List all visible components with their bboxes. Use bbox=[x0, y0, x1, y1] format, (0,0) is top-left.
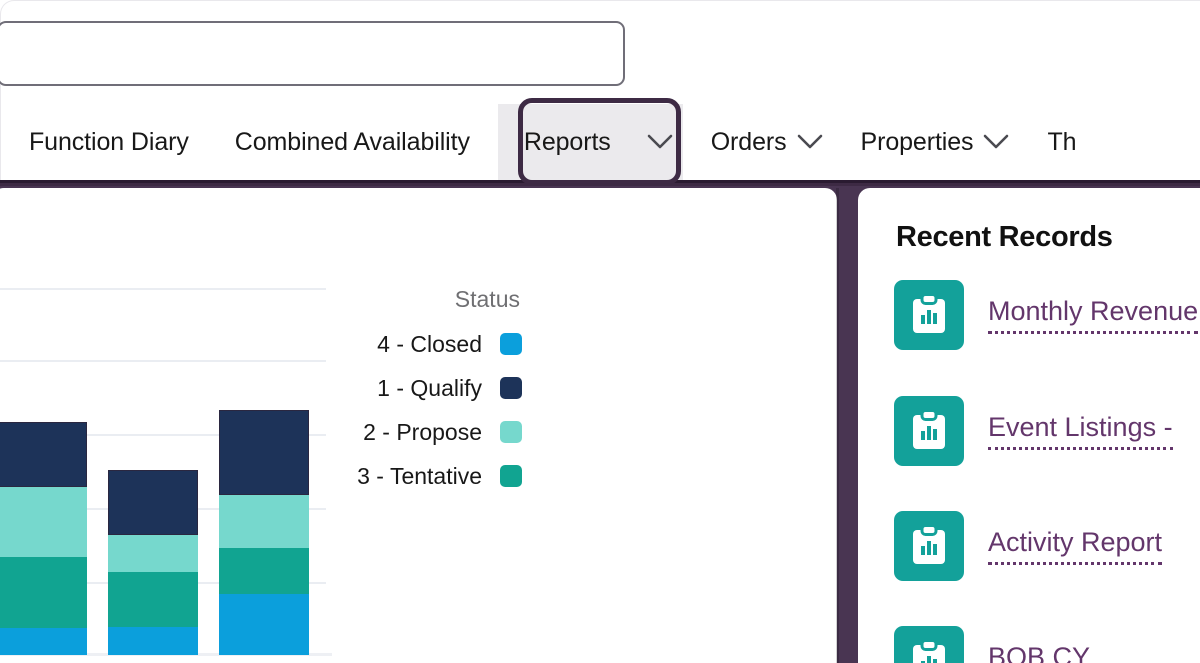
legend-item-propose[interactable]: 2 - Propose bbox=[322, 417, 522, 447]
bar-segment-qualify[interactable] bbox=[108, 470, 198, 535]
recent-records-title: Recent Records bbox=[896, 221, 1113, 253]
bar-segment-qualify[interactable] bbox=[219, 410, 309, 495]
record-link[interactable]: Activity Report bbox=[988, 527, 1163, 565]
report-clipboard-icon bbox=[894, 511, 964, 581]
legend-label: 1 - Qualify bbox=[377, 374, 482, 401]
nav-item-orders[interactable]: Orders bbox=[711, 104, 833, 180]
bar-segment-closed[interactable] bbox=[219, 594, 309, 655]
nav-label-truncated: Th bbox=[1047, 127, 1077, 156]
chart-legend: Status 4 - Closed 1 - Qualify 2 - Propos… bbox=[322, 286, 522, 505]
legend-swatch-icon bbox=[500, 421, 522, 443]
record-link[interactable]: Event Listings - bbox=[988, 412, 1173, 450]
bar-segment-tentative[interactable] bbox=[108, 572, 198, 627]
report-clipboard-icon bbox=[894, 396, 964, 466]
app-root: Function Diary Combined Availability Rep… bbox=[0, 0, 1200, 663]
nav-label-orders: Orders bbox=[710, 127, 787, 156]
nav-item-truncated[interactable]: Th bbox=[1047, 104, 1076, 180]
bar-segment-propose[interactable] bbox=[108, 535, 198, 572]
nav-item-properties[interactable]: Properties bbox=[861, 104, 1020, 180]
legend-item-tentative[interactable]: 3 - Tentative bbox=[322, 461, 522, 491]
top-strip bbox=[0, 0, 1200, 104]
nav-item-combined-availability[interactable]: Combined Availability bbox=[235, 104, 470, 180]
legend-label: 2 - Propose bbox=[363, 418, 482, 445]
bar-segment-tentative[interactable] bbox=[0, 557, 87, 628]
record-row[interactable]: Event Listings - bbox=[894, 396, 1200, 466]
chart-gridline bbox=[0, 360, 326, 362]
main-nav: Function Diary Combined Availability Rep… bbox=[0, 104, 1200, 180]
search-input[interactable] bbox=[0, 21, 625, 86]
legend-label: 3 - Tentative bbox=[357, 462, 482, 489]
report-clipboard-icon bbox=[894, 280, 964, 350]
legend-swatch-icon bbox=[500, 333, 522, 355]
bar-segment-closed[interactable] bbox=[0, 628, 87, 655]
bar-segment-closed[interactable] bbox=[108, 627, 198, 655]
legend-swatch-icon bbox=[500, 377, 522, 399]
bar-segment-propose[interactable] bbox=[219, 495, 309, 548]
nav-label-function-diary: Function Diary bbox=[29, 127, 189, 156]
chevron-down-icon[interactable] bbox=[787, 104, 833, 180]
nav-label-reports: Reports bbox=[523, 127, 611, 156]
nav-label-properties: Properties bbox=[860, 127, 974, 156]
recent-records-card: Recent Records Monthly Revenue Event Lis… bbox=[858, 188, 1200, 663]
report-clipboard-icon bbox=[894, 626, 964, 663]
chevron-down-icon[interactable] bbox=[973, 104, 1019, 180]
bar-segment-tentative[interactable] bbox=[219, 548, 309, 594]
legend-swatch-icon bbox=[500, 465, 522, 487]
legend-item-qualify[interactable]: 1 - Qualify bbox=[322, 373, 522, 403]
panel-gutter bbox=[836, 188, 839, 663]
bar-segment-qualify[interactable] bbox=[0, 422, 87, 487]
stacked-bar-chart: Status 4 - Closed 1 - Qualify 2 - Propos… bbox=[0, 188, 837, 663]
nav-item-reports[interactable]: Reports bbox=[497, 104, 683, 180]
record-row[interactable]: Activity Report bbox=[894, 511, 1200, 581]
record-row[interactable]: BOB CY bbox=[894, 626, 1200, 663]
chart-card: Status 4 - Closed 1 - Qualify 2 - Propos… bbox=[0, 188, 837, 663]
nav-item-function-diary[interactable]: Function Diary bbox=[29, 104, 189, 180]
legend-label: 4 - Closed bbox=[377, 330, 482, 357]
record-link[interactable]: Monthly Revenue bbox=[988, 296, 1199, 334]
legend-item-closed[interactable]: 4 - Closed bbox=[322, 329, 522, 359]
chevron-down-icon[interactable] bbox=[637, 104, 683, 180]
bar-segment-propose[interactable] bbox=[0, 487, 87, 557]
legend-title: Status bbox=[454, 286, 520, 312]
nav-label-combined-availability: Combined Availability bbox=[234, 127, 470, 156]
record-link[interactable]: BOB CY bbox=[988, 642, 1090, 663]
record-row[interactable]: Monthly Revenue bbox=[894, 280, 1200, 350]
chart-gridline bbox=[0, 288, 326, 290]
nav-bottom-band-accent bbox=[0, 180, 1200, 183]
